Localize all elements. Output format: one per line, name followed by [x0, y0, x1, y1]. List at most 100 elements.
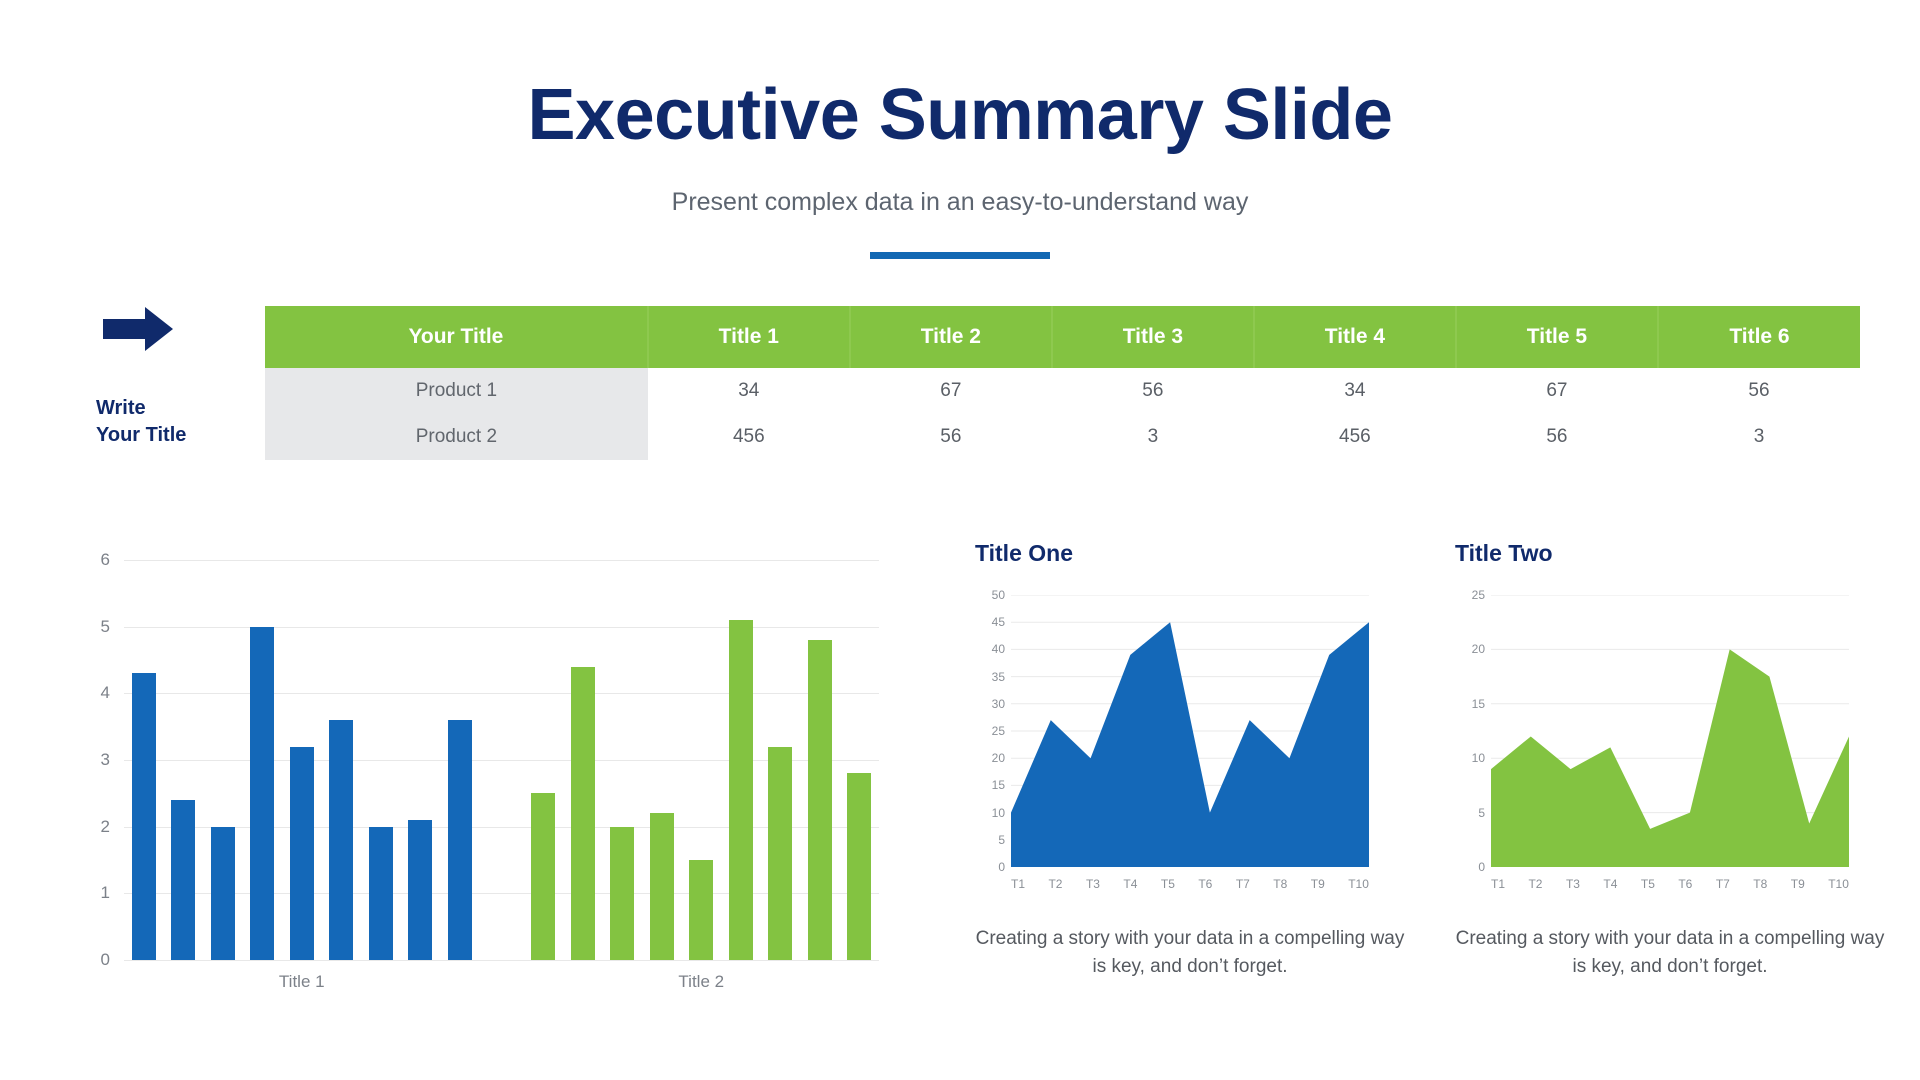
- x-axis-tick-label: T3: [1565, 877, 1580, 891]
- area-chart-svg: [1491, 595, 1849, 867]
- table-cell: 456: [1339, 426, 1371, 447]
- bar: [131, 673, 156, 960]
- x-axis-tick-label: T7: [1235, 877, 1250, 891]
- table-cell: 67: [940, 380, 962, 401]
- area-chart-one-title: Title One: [975, 540, 1073, 566]
- y-axis-tick-label: 35: [991, 669, 1005, 684]
- table-cell: 56: [1748, 380, 1770, 401]
- area-chart-one-caption: Creating a story with your data in a com…: [975, 928, 1405, 977]
- y-axis-tick-label: 2: [100, 816, 110, 836]
- x-axis-tick-label: T8: [1273, 877, 1288, 891]
- left-label-line1: Write: [96, 397, 146, 419]
- x-axis-tick-label: T4: [1123, 877, 1138, 891]
- bar: [329, 720, 354, 960]
- table-row: Product 1 34 67 56 34 67 56: [265, 368, 1860, 414]
- table-cell: 34: [1344, 380, 1366, 401]
- table-column-header: Title 2: [849, 306, 1053, 368]
- bar: [689, 860, 714, 960]
- y-axis-tick-label: 25: [991, 724, 1005, 738]
- y-axis-tick-label: 50: [991, 588, 1005, 602]
- y-axis-tick-label: 20: [1471, 642, 1485, 657]
- left-side-label: Write Your Title: [96, 395, 246, 449]
- bar: [250, 626, 275, 960]
- x-axis-labels: T1 T2 T3 T4 T5 T6 T7 T8 T9 T10: [1011, 877, 1369, 891]
- table-column-header: Title 6: [1657, 306, 1860, 368]
- area-chart-one-card: Title One 0 5 10 15 20 25 30 35 40 45 50 T1 T2 T3 T4 T5…: [975, 540, 1405, 980]
- x-axis-tick-label: T6: [1198, 877, 1213, 891]
- x-axis-tick-label: T10: [1828, 877, 1849, 891]
- bar: [171, 800, 196, 960]
- table-cell: 34: [738, 380, 760, 401]
- page-subtitle: Present complex data in an easy-to-under…: [671, 188, 1249, 216]
- table-column-header: Your Title: [265, 306, 649, 368]
- y-axis-tick-label: 30: [991, 696, 1005, 711]
- x-axis-tick-label: T9: [1790, 877, 1805, 891]
- bar: [728, 620, 753, 960]
- x-axis-tick-label: T9: [1310, 877, 1325, 891]
- bar: [847, 773, 872, 960]
- bar: [408, 820, 433, 960]
- y-axis-tick-label: 0: [998, 860, 1005, 874]
- x-axis-tick-label: T5: [1640, 877, 1655, 891]
- bar: [649, 813, 674, 960]
- data-table-wrapper: Your Title Title 1 Title 2 Title 3 Title 4 Ti…: [265, 306, 1860, 460]
- y-axis-tick-label: 5: [1478, 805, 1485, 820]
- table-row: Product 2 456 56 3 456 56 3: [265, 414, 1860, 460]
- table-cell: 3: [1753, 426, 1765, 447]
- x-axis-labels: T1 T2 T3 T4 T5 T6 T7 T8 T9 T10: [1491, 877, 1849, 891]
- y-axis-tick-label: 0: [100, 950, 110, 969]
- bar-chart-bars: [124, 560, 879, 960]
- area-series: [1011, 622, 1369, 867]
- y-axis-tick-label: 4: [100, 683, 110, 703]
- x-axis-tick-label: T4: [1603, 877, 1618, 891]
- table-cell: 56: [940, 426, 962, 447]
- bar: [210, 826, 235, 960]
- y-axis-tick-label: 40: [991, 642, 1005, 657]
- x-axis-tick-label: T1: [1011, 877, 1026, 891]
- bar: [768, 746, 793, 960]
- bar: [610, 826, 635, 960]
- y-axis-tick-label: 10: [1471, 751, 1485, 766]
- left-label-line2: Your Title: [96, 424, 187, 446]
- x-axis-tick-label: T2: [1048, 877, 1063, 891]
- x-axis-tick-label: T5: [1160, 877, 1175, 891]
- table-row-label: Product 2: [265, 414, 648, 460]
- right-arrow-icon: [103, 305, 175, 353]
- area-chart-svg: [1011, 595, 1369, 867]
- bar-chart-plot: 0 1 2 3 4 5 6 Title 1 Title 2: [101, 550, 879, 991]
- area-chart-two-title: Title Two: [1455, 540, 1553, 566]
- y-axis-tick-label: 20: [991, 751, 1005, 766]
- x-axis-tick-label: T7: [1715, 877, 1730, 891]
- y-axis-tick-label: 5: [998, 832, 1005, 847]
- data-table: Your Title Title 1 Title 2 Title 3 Title 4 Ti…: [265, 306, 1860, 460]
- table-column-header: Title 5: [1455, 306, 1659, 368]
- table-column-header: Title 4: [1253, 306, 1457, 368]
- y-axis-tick-label: 45: [991, 615, 1005, 630]
- y-axis-tick-label: 15: [991, 778, 1005, 793]
- x-axis-tick-label: T10: [1348, 877, 1369, 891]
- slide-root: Executive Summary Slide Present complex …: [0, 0, 1920, 1080]
- x-axis-tick-label: T8: [1753, 877, 1768, 891]
- bar: [447, 720, 472, 960]
- x-axis-tick-label: T3: [1085, 877, 1100, 891]
- y-axis-tick-label: 5: [100, 616, 110, 636]
- table-header-row: Your Title Title 1 Title 2 Title 3 Title 4 Ti…: [265, 306, 1860, 368]
- title-accent-bar: [870, 252, 1050, 259]
- y-axis-tick-label: 0: [1478, 860, 1485, 874]
- bar: [807, 640, 832, 960]
- table-cell: 456: [732, 426, 765, 447]
- table-cell: 56: [1142, 380, 1164, 401]
- bar: [531, 793, 556, 960]
- bar: [368, 826, 393, 960]
- y-axis-tick-label: 25: [1471, 588, 1485, 602]
- x-axis-group-label: Title 1: [278, 972, 325, 991]
- bar: [289, 746, 314, 960]
- area-chart-two-card: Title Two 0 5 10 15 20 25 T1 T2 T3 T4 T5 T6 T7 T8 T9 T1…: [1455, 540, 1885, 980]
- table-column-header: Title 3: [1051, 306, 1255, 368]
- y-axis-tick-label: 3: [100, 750, 110, 769]
- area-chart-two-plot: 0 5 10 15 20 25 T1 T2 T3 T4 T5 T6 T7 T8 T9 T10: [1455, 588, 1885, 891]
- bar: [570, 666, 595, 960]
- y-axis-tick-label: 6: [100, 550, 110, 569]
- area-chart-two-caption: Creating a story with your data in a com…: [1455, 928, 1885, 977]
- table-cell: 3: [1147, 426, 1159, 447]
